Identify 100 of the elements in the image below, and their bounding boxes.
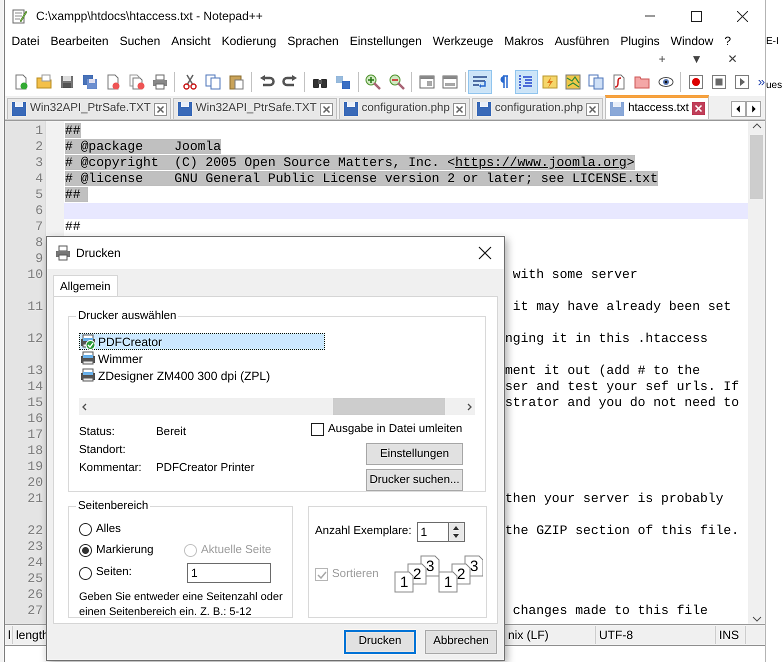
documents-icon[interactable]: [588, 74, 604, 90]
menu-item[interactable]: Einstellungen: [344, 32, 428, 50]
printer-item[interactable]: PDFCreator: [79, 333, 325, 350]
menu-item[interactable]: ?: [718, 32, 737, 50]
replace-icon[interactable]: [335, 74, 352, 90]
scroll-down-icon[interactable]: [750, 614, 762, 624]
menu-item[interactable]: Plugins: [614, 32, 666, 50]
copy-icon[interactable]: [205, 74, 222, 90]
window-icon[interactable]: [442, 74, 458, 90]
dialog-title: Drucken: [76, 245, 122, 262]
menu-item[interactable]: Kodierung: [216, 32, 282, 50]
line-number: 8: [35, 235, 43, 250]
window-control[interactable]: ✕: [722, 50, 743, 68]
radio-button[interactable]: [79, 566, 92, 580]
folder-icon[interactable]: [634, 74, 650, 90]
window-icon[interactable]: [418, 74, 435, 90]
line-number: 11: [27, 299, 43, 314]
play-icon[interactable]: [734, 74, 750, 90]
file-tab[interactable]: configuration.php: [338, 98, 470, 119]
radio-label: Seiten:: [96, 565, 132, 580]
zoom-in-icon[interactable]: [365, 74, 382, 90]
line-number: 16: [27, 411, 43, 426]
url-link[interactable]: https://www.joomla.org: [455, 155, 627, 170]
lightning-icon[interactable]: [542, 74, 558, 90]
scrollbar-thumb[interactable]: [333, 398, 445, 415]
line-number: 20: [27, 475, 43, 490]
radio-button[interactable]: [79, 523, 92, 536]
line-number: 4: [35, 171, 43, 186]
menu-item[interactable]: Makros: [498, 32, 550, 50]
menu-item[interactable]: Datei: [6, 32, 46, 50]
scrollbar-thumb[interactable]: [750, 135, 763, 199]
close-icon[interactable]: [478, 246, 492, 260]
scissors-icon[interactable]: [182, 74, 198, 90]
menu-item[interactable]: Werkzeuge: [427, 32, 499, 50]
paste-icon[interactable]: [228, 74, 244, 90]
spinner[interactable]: [448, 522, 465, 542]
field-value: PDFCreator Printer: [156, 461, 254, 476]
collate-drawing: 1 2 3 1 2 3: [392, 554, 483, 594]
eye-icon[interactable]: [658, 74, 674, 90]
dialog-button[interactable]: Drucken: [344, 630, 416, 654]
code-line: ment it out (add # to the: [505, 363, 700, 378]
printer-item[interactable]: Wimmer: [79, 350, 325, 367]
menu-item[interactable]: Sprachen: [282, 32, 344, 50]
radio-button[interactable]: [79, 544, 92, 557]
menu-item[interactable]: Ansicht: [166, 32, 216, 50]
field-label: Anzahl Exemplare:: [315, 524, 412, 540]
code-line: strator and you do not need to: [505, 395, 740, 410]
window-control[interactable]: +: [653, 50, 672, 68]
printer-icon[interactable]: [152, 74, 168, 90]
menu-item[interactable]: Bearbeiten: [45, 32, 114, 50]
code-line: it may have already been set: [512, 299, 732, 314]
file-tab[interactable]: Win32API_PtrSafe.TXT: [172, 98, 337, 119]
dialog-tab[interactable]: Allgemein: [53, 275, 118, 296]
line-number: 19: [27, 459, 43, 474]
toolbar-button[interactable]: [468, 70, 492, 94]
maximize-icon[interactable]: [690, 10, 702, 22]
scroll-up-icon[interactable]: [750, 121, 762, 131]
menu-item[interactable]: Ausführen: [549, 32, 615, 50]
file-tab[interactable]: htaccess.txt: [605, 95, 709, 119]
background-text: ues: [766, 79, 783, 93]
checkbox-label: Sortieren: [332, 567, 379, 582]
window-title: C:\xampp\htdocs\htaccess.txt - Notepad++: [36, 8, 264, 25]
menu-item[interactable]: Window: [665, 32, 719, 50]
pages-field[interactable]: 1: [187, 563, 271, 583]
save-icon[interactable]: [59, 74, 75, 90]
menu-item[interactable]: Suchen: [114, 32, 166, 50]
close-all-icon[interactable]: [128, 74, 145, 90]
map-icon[interactable]: [564, 74, 581, 90]
field-label: Standort:: [79, 443, 127, 458]
zoom-out-icon[interactable]: [388, 74, 405, 90]
printer-icon: [55, 245, 71, 261]
new-file-icon[interactable]: [12, 74, 29, 90]
code-line: ##: [65, 219, 81, 234]
copies-field[interactable]: 1: [416, 522, 449, 542]
line-number: 25: [27, 571, 43, 586]
file-tab[interactable]: configuration.php: [472, 98, 604, 119]
save-all-icon[interactable]: [82, 74, 98, 90]
checkbox-label: Ausgabe in Datei umleiten: [328, 422, 462, 437]
status-text: UTF-8: [596, 626, 716, 644]
line-number: 17: [27, 427, 43, 442]
status-text: INS: [716, 626, 746, 644]
dialog-button[interactable]: Abbrechen: [425, 630, 497, 654]
dialog-button[interactable]: Drucker suchen...: [366, 469, 463, 492]
code-line: with some server: [512, 267, 638, 282]
dialog-button[interactable]: Einstellungen: [366, 443, 463, 466]
printer-item[interactable]: ZDesigner ZM400 300 dpi (ZPL): [79, 367, 325, 384]
indent-guide-icon: [518, 74, 534, 90]
stop-icon[interactable]: [711, 74, 728, 90]
file-tab[interactable]: Win32API_PtrSafe.TXT: [7, 98, 171, 119]
toolbar-button[interactable]: [514, 70, 538, 94]
overflow-button[interactable]: »: [758, 72, 766, 92]
close-icon[interactable]: [736, 10, 748, 22]
record-icon[interactable]: [688, 74, 704, 90]
close-file-icon[interactable]: [105, 74, 122, 90]
open-folder-icon[interactable]: [36, 74, 52, 90]
function-list-icon[interactable]: [611, 74, 628, 90]
window-control[interactable]: ▼: [685, 50, 708, 68]
notepad-icon: [11, 8, 28, 24]
checkbox[interactable]: [311, 423, 324, 436]
line-number: 14: [27, 379, 43, 394]
